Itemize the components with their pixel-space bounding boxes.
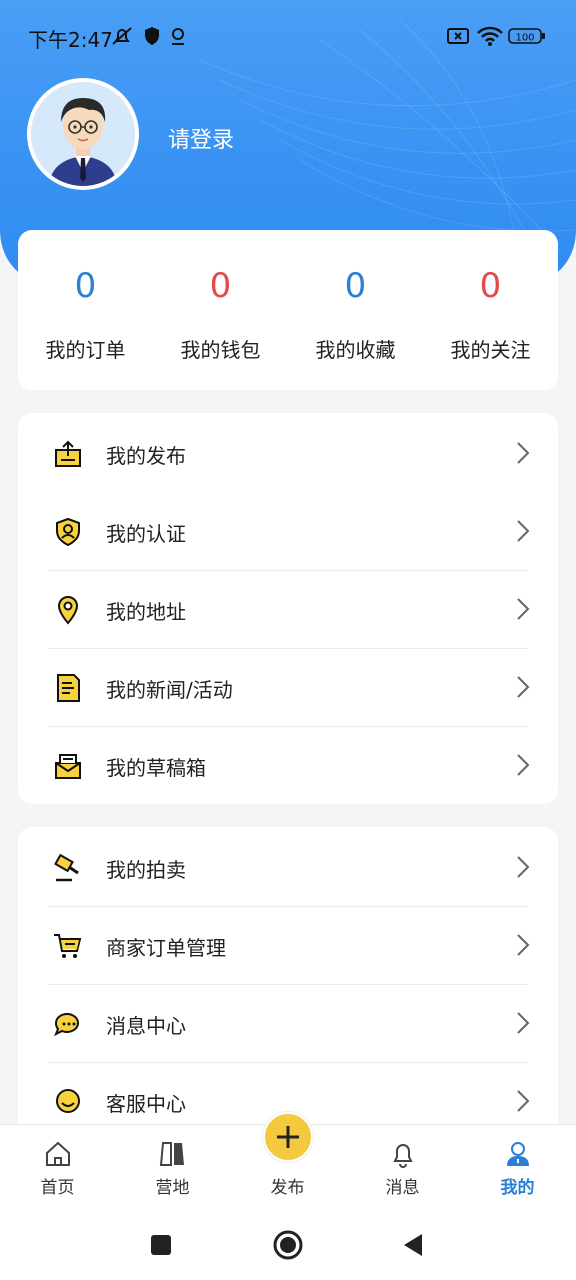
chevron-right-icon (517, 1090, 530, 1112)
menu-label-message-center: 消息中心 (106, 1014, 186, 1038)
tab-publish-label: 发布 (270, 1178, 305, 1198)
menu-card-secondary: 我的拍卖 商家订单管理 消息中心 客服中心 (18, 827, 558, 1147)
avatar[interactable] (27, 78, 139, 190)
tab-me-label: 我的 (500, 1178, 535, 1198)
cart-icon (54, 934, 82, 958)
menu-label-news: 我的新闻/活动 (106, 678, 233, 702)
stat-orders-value: 0 (74, 266, 97, 306)
divider (48, 1062, 528, 1063)
stat-wallet-label: 我的钱包 (180, 338, 261, 362)
menu-label-my-posts: 我的发布 (106, 444, 186, 468)
menu-item-news[interactable]: 我的新闻/活动 (18, 648, 558, 726)
stats-card: 0 我的订单 0 我的钱包 0 我的收藏 0 我的关注 (18, 230, 558, 390)
menu-label-drafts: 我的草稿箱 (106, 756, 206, 780)
gavel-icon (54, 853, 79, 882)
menu-item-drafts[interactable]: 我的草稿箱 (18, 726, 558, 804)
menu-item-my-posts[interactable]: 我的发布 (18, 414, 558, 492)
mailbox-icon (55, 754, 81, 779)
back-button[interactable] (402, 1232, 424, 1258)
divider (48, 726, 528, 727)
chevron-right-icon (517, 934, 530, 956)
battery-level: 100 (515, 33, 534, 44)
stat-following-value: 0 (479, 266, 502, 306)
menu-item-address[interactable]: 我的地址 (18, 570, 558, 648)
bell-icon (393, 1144, 413, 1168)
menu-card-main: 我的发布 我的认证 我的地址 我的新闻/活动 我的草稿箱 (18, 413, 558, 804)
wifi-icon (477, 26, 503, 46)
document-icon (57, 674, 80, 702)
chevron-right-icon (517, 598, 530, 620)
stat-following-label: 我的关注 (450, 338, 531, 362)
chevron-right-icon (517, 1012, 530, 1034)
smiley-icon (56, 1089, 80, 1113)
divider (48, 984, 528, 985)
home-icon (46, 1141, 70, 1166)
menu-item-verification[interactable]: 我的认证 (18, 492, 558, 570)
chevron-right-icon (517, 754, 530, 776)
chevron-right-icon (517, 676, 530, 698)
tab-home[interactable]: 首页 (0, 1125, 115, 1211)
menu-item-auction[interactable]: 我的拍卖 (18, 828, 558, 906)
divider (48, 648, 528, 649)
upload-icon (55, 440, 81, 467)
menu-label-address: 我的地址 (106, 600, 186, 624)
tab-messages-label: 消息 (385, 1178, 420, 1198)
stat-orders-label: 我的订单 (45, 338, 126, 362)
camp-icon (159, 1142, 184, 1166)
menu-item-message-center[interactable]: 消息中心 (18, 984, 558, 1062)
divider (48, 906, 528, 907)
tab-camp[interactable]: 营地 (115, 1125, 230, 1211)
chevron-right-icon (517, 856, 530, 878)
publish-button[interactable] (263, 1112, 313, 1162)
tab-home-label: 首页 (40, 1178, 75, 1198)
shield-icon (145, 27, 159, 45)
chevron-right-icon (517, 520, 530, 542)
menu-item-merchant-orders[interactable]: 商家订单管理 (18, 906, 558, 984)
avatar-image (31, 82, 135, 186)
recent-apps-button[interactable] (150, 1234, 172, 1256)
user-icon (507, 1142, 529, 1166)
stat-favorites-value: 0 (344, 266, 367, 306)
divider (48, 570, 528, 571)
home-button[interactable] (272, 1229, 304, 1261)
menu-label-customer-service: 客服中心 (106, 1092, 186, 1116)
menu-label-merchant-orders: 商家订单管理 (106, 936, 226, 960)
bell-muted-icon (112, 27, 132, 45)
menu-label-auction: 我的拍卖 (106, 858, 186, 882)
stat-wallet-value: 0 (209, 266, 232, 306)
system-navigation-bar (0, 1210, 576, 1280)
shield-user-icon (56, 517, 80, 547)
menu-label-verification: 我的认证 (106, 522, 186, 546)
tab-messages[interactable]: 消息 (345, 1125, 460, 1211)
plus-icon (277, 1126, 299, 1148)
chevron-right-icon (517, 442, 530, 464)
login-link[interactable]: 请登录 (168, 122, 234, 154)
tab-camp-label: 营地 (155, 1178, 190, 1198)
status-time: 下午2:47 (28, 28, 113, 52)
sim-disabled-icon (447, 28, 469, 44)
chat-icon (54, 1013, 80, 1037)
battery-icon: 100 (508, 28, 545, 44)
location-pin-icon (57, 595, 79, 625)
location-status-icon (172, 28, 184, 45)
tab-me[interactable]: 我的 (460, 1125, 575, 1211)
status-bar: 下午2:47 100 (0, 0, 576, 70)
stat-favorites-label: 我的收藏 (315, 338, 396, 362)
